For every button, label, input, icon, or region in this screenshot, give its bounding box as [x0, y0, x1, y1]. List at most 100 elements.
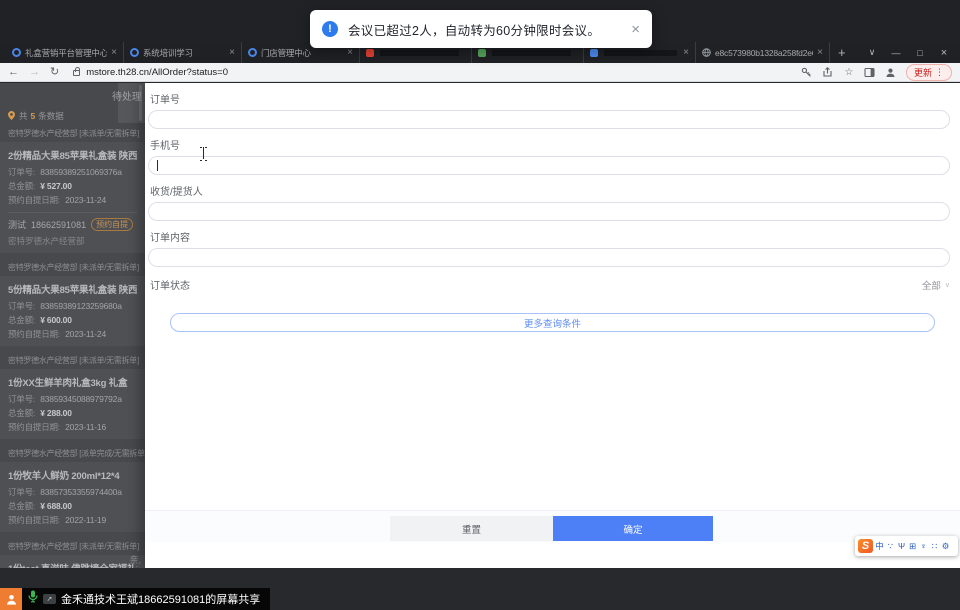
menu-dots-icon[interactable]: ⋮	[935, 67, 944, 78]
order-status-select[interactable]: 全部 ∨	[922, 278, 950, 292]
order-rows: 订单号: 83859345088979792a 总金额: ¥ 288.00 预约…	[8, 393, 137, 433]
obscured-tab-title	[604, 49, 678, 56]
profile-avatar-icon[interactable]	[885, 66, 897, 78]
order-card[interactable]: 密特罗德水产经营部 [未派单/无需拆单] 5份精品大果85苹果礼盒装 陕西洛阳1…	[0, 258, 145, 346]
pending-tab-label[interactable]: 待处理	[112, 88, 142, 103]
field-input[interactable]	[148, 110, 950, 129]
pickup-badge: 预约自提	[91, 218, 134, 231]
meeting-toast: ! 会议已超过2人，自动转为60分钟限时会议。 ×	[310, 10, 652, 48]
reset-button[interactable]: 重置	[390, 516, 553, 541]
browser-tab[interactable]: e8c573980b1328a258fd2e6 ×	[696, 42, 830, 63]
ssl-lock-icon[interactable]	[73, 67, 81, 76]
order-detail-row: 总金额: ¥ 288.00	[8, 407, 137, 419]
order-card[interactable]: 密特罗德水产经营部 [未派单/无需拆单] 1份test 真滋味 佛跳墙全家福礼盒…	[0, 537, 145, 568]
tab-close-icon[interactable]: ×	[347, 47, 353, 58]
update-label: 更新	[913, 67, 932, 78]
punctuation-icon[interactable]: ∵	[885, 541, 896, 552]
drawer-footer: 重置 确定	[145, 510, 960, 542]
order-card-header: 密特罗德水产经营部 [未派单/无需拆单]	[0, 258, 145, 276]
voice-input-icon[interactable]: Ψ	[896, 541, 907, 551]
order-detail-row: 订单号: 83859389251069376a	[8, 166, 137, 178]
order-status-label: 订单状态	[150, 281, 190, 292]
toolbox-icon[interactable]: ∷	[929, 541, 940, 552]
screen: 礼盒营销平台管理中心 × 系统培训学习 × 门店管理中心 × × e8c5739…	[0, 0, 960, 610]
confirm-button[interactable]: 确定	[553, 516, 713, 541]
order-card-body: 5份精品大果85苹果礼盒装 陕西洛阳16 订单号: 83859389123259…	[0, 276, 145, 346]
more-conditions-button[interactable]: 更多查询条件	[170, 313, 935, 332]
tab-title: 系统培训学习	[143, 47, 193, 58]
location-pin-icon	[8, 110, 15, 122]
browser-tab[interactable]: 礼盒营销平台管理中心 ×	[6, 42, 124, 63]
back-icon[interactable]: ←	[8, 66, 19, 78]
row-value: 2023-11-24	[65, 329, 106, 339]
text-caret	[157, 160, 158, 171]
order-detail-row: 总金额: ¥ 688.00	[8, 500, 137, 512]
mouse-ibeam-cursor	[200, 147, 207, 159]
toast-close-icon[interactable]: ×	[631, 22, 640, 37]
site-favicon	[130, 48, 139, 57]
maximize-icon[interactable]: □	[908, 48, 932, 58]
site-favicon	[12, 48, 21, 57]
row-label: 预约自提日期:	[8, 515, 60, 525]
row-value: 83859389251069376a	[40, 167, 122, 177]
tab-close-icon[interactable]: ×	[229, 47, 235, 58]
skin-icon[interactable]: ♆	[918, 541, 929, 551]
order-product: 5份精品大果85苹果礼盒装 陕西洛阳16	[8, 285, 137, 296]
bookmark-star-icon[interactable]: ☆	[843, 66, 855, 78]
customer-row: 测试 18662591081 预约自提	[8, 212, 137, 231]
count-number: 5	[30, 111, 36, 121]
tab-favicon	[366, 48, 374, 57]
row-label: 预约自提日期:	[8, 329, 60, 339]
browser-tab[interactable]: 系统培训学习 ×	[124, 42, 242, 63]
password-key-icon[interactable]	[801, 66, 813, 78]
row-value: 2023-11-24	[65, 195, 106, 205]
close-icon[interactable]: ×	[932, 47, 956, 59]
reload-icon[interactable]: ↻	[50, 66, 59, 78]
order-cards: 密特罗德水产经营部 [未派单/无需拆单] 2份精品大果85苹果礼盒装 陕西洛阳1…	[0, 124, 145, 568]
side-panel-icon[interactable]	[864, 66, 876, 78]
sogou-logo-icon[interactable]: S	[858, 539, 873, 553]
count-suffix: 条数据	[38, 111, 64, 121]
share-icon[interactable]	[822, 66, 834, 78]
order-status-row[interactable]: 订单状态 全部 ∨	[150, 277, 950, 293]
tab-close-icon[interactable]: ×	[683, 47, 689, 58]
microphone-icon[interactable]	[28, 590, 38, 608]
row-label: 预约自提日期:	[8, 195, 60, 205]
field-input[interactable]	[148, 202, 950, 221]
forward-icon[interactable]: →	[29, 66, 40, 78]
chevron-down-icon: ∨	[944, 281, 950, 289]
order-detail-row: 预约自提日期: 2023-11-24	[8, 328, 137, 340]
keyboard-icon[interactable]: ⊞	[907, 541, 918, 552]
form-field: 收货/提货人	[145, 183, 960, 221]
order-card[interactable]: 密特罗德水产经营部 [未派单/无需拆单] 2份精品大果85苹果礼盒装 陕西洛阳1…	[0, 124, 145, 253]
tab-close-icon[interactable]: ×	[111, 47, 117, 58]
tab-title: 门店管理中心	[261, 47, 311, 58]
sogou-ime-toolbar[interactable]: S 中 ∵ Ψ ⊞ ♆ ∷ ⚙	[855, 536, 958, 556]
tab-search-chevron-icon[interactable]: ∨	[860, 47, 884, 58]
minimize-icon[interactable]: —	[884, 48, 908, 58]
new-tab-button[interactable]: +	[830, 42, 854, 63]
share-status: ➚ 金禾通技术王斌18662591081的屏幕共享	[22, 588, 271, 610]
screen-share-bar: ➚ 金禾通技术王斌18662591081的屏幕共享	[0, 588, 271, 610]
customer-name: 测试	[8, 220, 27, 230]
settings-icon[interactable]: ⚙	[940, 541, 951, 552]
order-detail-row: 预约自提日期: 2023-11-16	[8, 421, 137, 433]
field-input[interactable]	[148, 248, 950, 267]
row-label: 订单号:	[8, 487, 36, 497]
site-favicon	[248, 48, 257, 57]
row-label: 订单号:	[8, 394, 36, 404]
order-card[interactable]: 密特罗德水产经营部 [派单完成/无需拆单] 1份牧羊人鲜奶 200ml*12*4…	[0, 444, 145, 532]
screen-share-icon[interactable]: ➚	[43, 594, 56, 604]
url-address[interactable]: mstore.th28.cn/AllOrder?status=0	[86, 67, 228, 78]
row-value: ¥ 288.00	[40, 408, 72, 418]
participant-icon[interactable]	[0, 588, 22, 610]
tab-close-icon[interactable]: ×	[817, 47, 823, 58]
window-controls: ∨ — □ ×	[860, 42, 960, 63]
chrome-update-button[interactable]: 更新 ⋮	[905, 63, 952, 81]
chinese-mode-icon[interactable]: 中	[874, 540, 885, 552]
order-card[interactable]: 密特罗德水产经营部 [未派单/无需拆单] 1份XX生鲜羊肉礼盒3kg 礼盒 订单…	[0, 351, 145, 439]
order-rows: 订单号: 83857353355974400a 总金额: ¥ 688.00 预约…	[8, 486, 137, 526]
sogou-icons: 中 ∵ Ψ ⊞ ♆ ∷ ⚙	[874, 540, 951, 552]
browser-toolbar: ← → ↻ mstore.th28.cn/AllOrder?status=0 ☆…	[0, 63, 960, 82]
field-input[interactable]	[148, 156, 950, 175]
